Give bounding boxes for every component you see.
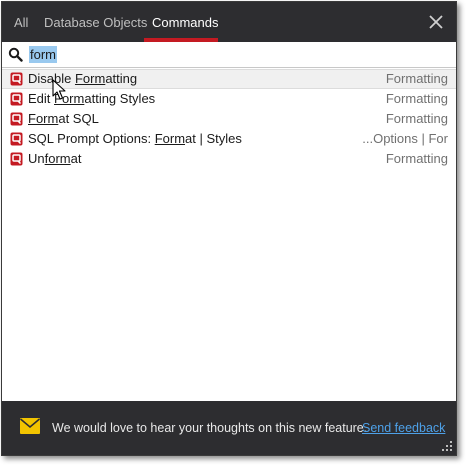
result-label: Disable Formatting <box>28 71 138 86</box>
feedback-bar: We would love to hear your thoughts on t… <box>2 401 456 455</box>
result-label: Unformat <box>28 151 82 166</box>
feedback-message: We would love to hear your thoughts on t… <box>52 421 368 435</box>
envelope-icon <box>20 418 40 434</box>
tab-database-objects-label: Database Objects <box>44 15 148 30</box>
result-category: Formatting <box>385 71 448 86</box>
command-search-popup: All Database Objects Commands form Disab… <box>1 1 457 456</box>
sql-prompt-icon <box>10 72 23 86</box>
sql-prompt-icon <box>10 152 23 166</box>
result-category: Formatting <box>385 111 448 126</box>
close-icon <box>429 15 443 29</box>
search-input[interactable] <box>28 45 448 64</box>
results-list: Disable Formatting Formatting Edit Forma… <box>2 69 456 169</box>
search-icon <box>8 47 23 62</box>
result-category: Formatting <box>385 91 448 106</box>
result-row[interactable]: Format SQL Formatting <box>2 109 456 129</box>
sql-prompt-icon <box>10 92 23 106</box>
result-label: SQL Prompt Options: Format | Styles <box>28 131 242 146</box>
send-feedback-link[interactable]: Send feedback <box>362 401 445 455</box>
tab-database-objects[interactable]: Database Objects <box>36 2 155 42</box>
tab-commands[interactable]: Commands <box>144 2 218 42</box>
result-row[interactable]: Unformat Formatting <box>2 149 456 169</box>
tab-bar: All Database Objects Commands <box>2 2 456 42</box>
result-label: Format SQL <box>28 111 99 126</box>
result-category: Formatting <box>385 151 448 166</box>
result-row[interactable]: Edit Formatting Styles Formatting <box>2 89 456 109</box>
sql-prompt-icon <box>10 112 23 126</box>
tab-commands-label: Commands <box>152 15 219 30</box>
tab-all[interactable]: All <box>6 2 36 42</box>
result-label: Edit Formatting Styles <box>28 91 156 106</box>
result-row[interactable]: SQL Prompt Options: Format | Styles ...O… <box>2 129 456 149</box>
close-button[interactable] <box>426 12 446 32</box>
search-bar: form <box>2 42 456 68</box>
result-category: ...Options | For <box>362 131 448 146</box>
sql-prompt-icon <box>10 132 23 146</box>
result-row[interactable]: Disable Formatting Formatting <box>2 69 456 89</box>
resize-grip-icon[interactable] <box>441 440 453 452</box>
tab-all-label: All <box>14 15 29 30</box>
